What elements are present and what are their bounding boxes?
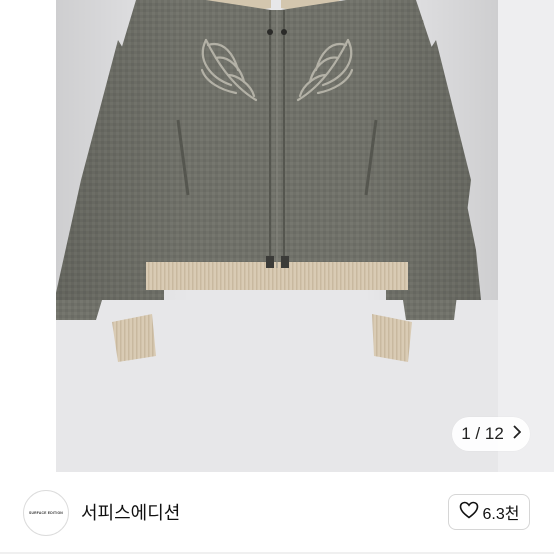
counter-total: 12 (484, 424, 504, 443)
heart-icon (459, 501, 479, 524)
carousel-next-edge (498, 0, 554, 472)
avatar-logo-text: SURFACE EDITION (29, 511, 63, 515)
counter-separator: / (475, 424, 481, 443)
jacket-illustration (56, 0, 498, 362)
like-count: 6.3천 (482, 506, 520, 523)
counter-text: 1 / 12 (461, 424, 504, 444)
product-image-carousel[interactable]: 1 / 12 (0, 0, 554, 472)
like-button[interactable]: 6.3천 (448, 494, 530, 530)
seller-name[interactable]: 서피스에디션 (81, 499, 180, 525)
avatar[interactable]: SURFACE EDITION (23, 490, 69, 536)
counter-current: 1 (461, 424, 471, 443)
product-photo[interactable] (56, 0, 498, 472)
image-counter[interactable]: 1 / 12 (452, 417, 530, 451)
chevron-right-icon[interactable] (512, 424, 522, 444)
